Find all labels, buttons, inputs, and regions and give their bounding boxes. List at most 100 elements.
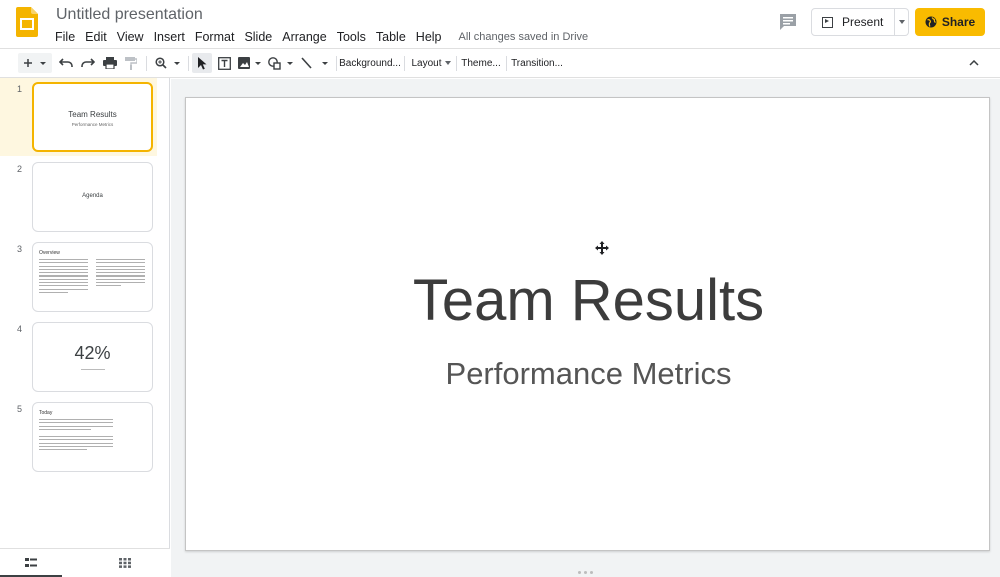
insert-line-button[interactable] xyxy=(298,49,332,77)
layout-button[interactable]: Layout xyxy=(410,49,452,77)
slide-number: 3 xyxy=(17,244,23,254)
thumbnail-big-number: 42% xyxy=(74,343,111,363)
text-box-icon xyxy=(217,56,231,70)
toolbar-divider xyxy=(456,56,457,71)
menu-file[interactable]: File xyxy=(50,29,80,45)
print-button[interactable] xyxy=(100,49,120,77)
chevron-down-icon xyxy=(444,61,451,65)
slide-thumbnail[interactable]: Overview xyxy=(32,242,153,312)
undo-button[interactable] xyxy=(56,49,76,77)
slide-number: 4 xyxy=(17,324,23,334)
slide-thumbnail-entry[interactable]: 2 Agenda xyxy=(0,158,157,236)
slide-title[interactable]: Team Results xyxy=(186,266,991,336)
slide-number: 1 xyxy=(17,84,23,94)
slide-subtitle[interactable]: Performance Metrics xyxy=(186,354,991,394)
toolbar-divider xyxy=(336,56,337,71)
comment-icon[interactable] xyxy=(777,12,799,32)
menu-bar: File Edit View Insert Format Slide Arran… xyxy=(50,28,588,46)
thumbnail-subtitle: Performance Metrics xyxy=(71,122,114,127)
thumbnail-heading: Today xyxy=(39,410,53,416)
menu-table[interactable]: Table xyxy=(371,29,411,45)
slide-number: 2 xyxy=(17,164,23,174)
current-slide[interactable]: Team Results Performance Metrics xyxy=(185,97,990,551)
layout-label: Layout xyxy=(411,57,442,69)
thumbnail-title: Agenda xyxy=(82,193,103,199)
present-button[interactable]: Present xyxy=(811,8,895,36)
cursor-arrow-icon xyxy=(198,56,207,69)
background-button[interactable]: Background... xyxy=(339,49,401,77)
select-tool-button[interactable] xyxy=(192,53,212,73)
slide-editor-canvas[interactable]: Team Results Performance Metrics xyxy=(171,79,1000,577)
grid-view-button[interactable] xyxy=(94,549,156,577)
thumbnail-text-column xyxy=(96,259,145,289)
zoom-icon xyxy=(155,57,180,69)
toolbar-divider xyxy=(146,56,147,71)
menu-edit[interactable]: Edit xyxy=(80,29,112,45)
toolbar-divider xyxy=(188,56,189,71)
globe-icon xyxy=(925,16,937,28)
menu-view[interactable]: View xyxy=(112,29,149,45)
thumbnail-caption-line xyxy=(81,369,105,371)
undo-icon xyxy=(59,58,73,67)
redo-icon xyxy=(81,58,95,67)
paint-format-icon xyxy=(125,56,137,70)
thumbnail-text-column xyxy=(39,259,88,295)
menu-insert[interactable]: Insert xyxy=(149,29,190,45)
text-box-button[interactable] xyxy=(214,49,234,77)
filmstrip-footer xyxy=(0,548,170,577)
slide-thumbnail-entry[interactable]: 3 Overview xyxy=(0,238,157,316)
insert-shape-button[interactable] xyxy=(266,49,296,77)
transition-button[interactable]: Transition... xyxy=(510,49,564,77)
toolbar: Background... Layout Theme... Transition… xyxy=(0,48,1000,78)
paint-format-button[interactable] xyxy=(122,49,140,77)
print-icon xyxy=(103,57,117,69)
line-icon xyxy=(301,56,328,69)
slide-thumbnail-entry[interactable]: 4 42% xyxy=(0,318,157,396)
list-view-icon xyxy=(25,558,37,567)
share-label: Share xyxy=(941,15,976,29)
plus-icon xyxy=(24,59,46,67)
chevron-down-icon xyxy=(898,20,905,24)
present-options-button[interactable] xyxy=(895,8,909,36)
zoom-button[interactable] xyxy=(152,49,184,77)
slides-logo-icon[interactable] xyxy=(16,7,38,37)
redo-button[interactable] xyxy=(78,49,98,77)
slide-thumbnail-entry[interactable]: 5 Today xyxy=(0,398,157,476)
slide-thumbnail-entry[interactable]: 1 Team Results Performance Metrics xyxy=(0,78,157,156)
new-slide-button[interactable] xyxy=(18,53,52,73)
theme-button[interactable]: Theme... xyxy=(460,49,502,77)
filmstrip-view-button[interactable] xyxy=(0,549,62,577)
menu-tools[interactable]: Tools xyxy=(332,29,371,45)
chevron-up-icon xyxy=(969,60,979,66)
slide-number: 5 xyxy=(17,404,23,414)
slide-thumbnail[interactable]: 42% xyxy=(32,322,153,392)
toolbar-divider xyxy=(404,56,405,71)
document-title[interactable]: Untitled presentation xyxy=(56,5,203,25)
thumbnail-title: Team Results xyxy=(68,110,117,119)
present-group: Present xyxy=(811,8,909,36)
save-status[interactable]: All changes saved in Drive xyxy=(447,29,589,45)
speaker-notes-resize-handle[interactable] xyxy=(578,571,598,575)
present-label: Present xyxy=(842,15,884,29)
insert-image-button[interactable] xyxy=(236,49,264,77)
share-button[interactable]: Share xyxy=(915,8,985,36)
slide-filmstrip[interactable]: 1 Team Results Performance Metrics 2 Age… xyxy=(0,78,170,577)
menu-help[interactable]: Help xyxy=(411,29,447,45)
collapse-toolbar-button[interactable] xyxy=(964,49,984,77)
slide-thumbnail[interactable]: Team Results Performance Metrics xyxy=(32,82,153,152)
thumbnail-heading: Overview xyxy=(39,250,60,256)
grid-view-icon xyxy=(119,558,131,568)
thumbnail-text-block xyxy=(39,436,113,452)
present-icon xyxy=(822,16,833,28)
menu-slide[interactable]: Slide xyxy=(239,29,277,45)
move-cursor-icon xyxy=(595,241,609,255)
app-header: Untitled presentation File Edit View Ins… xyxy=(0,0,1000,48)
menu-format[interactable]: Format xyxy=(190,29,240,45)
image-icon xyxy=(238,57,261,69)
menu-arrange[interactable]: Arrange xyxy=(277,29,331,45)
shape-icon xyxy=(268,56,293,70)
slide-thumbnail[interactable]: Agenda xyxy=(32,162,153,232)
toolbar-divider xyxy=(506,56,507,71)
slide-thumbnail[interactable]: Today xyxy=(32,402,153,472)
thumbnail-text-block xyxy=(39,419,113,432)
